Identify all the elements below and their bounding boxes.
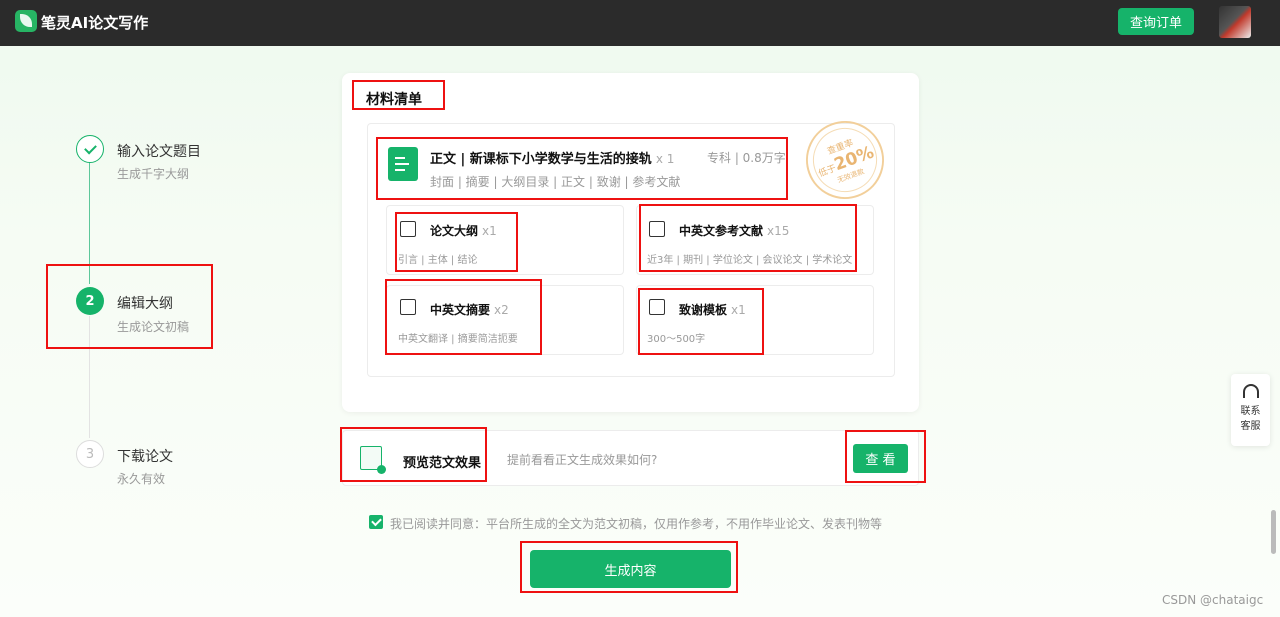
translate-icon xyxy=(400,299,416,315)
outline-sub: 引言 | 主体 | 结论 xyxy=(398,255,478,266)
customer-service-button[interactable]: 联系 客服 xyxy=(1231,374,1270,446)
preview-title: 预览范文效果 xyxy=(403,456,482,471)
query-order-button[interactable]: 查询订单 xyxy=(1118,8,1194,35)
preview-doc-icon xyxy=(360,446,386,474)
outline-title-text: 论文大纲 xyxy=(430,224,479,238)
step-3-number: 3 xyxy=(76,440,104,468)
outline-qty: x1 xyxy=(482,224,497,238)
abstract-title: 中英文摘要 x2 xyxy=(430,301,509,318)
step-2-title: 编辑大纲 xyxy=(117,296,173,312)
step-connector-pending xyxy=(89,316,90,438)
service-line1: 联系 xyxy=(1240,406,1261,417)
thanks-title-text: 致谢模板 xyxy=(679,303,728,317)
edit-doc-icon xyxy=(649,221,665,237)
preview-hint: 提前看看正文生成效果如何? xyxy=(507,453,658,467)
app-name: 笔灵AI论文写作 xyxy=(41,14,149,32)
logo-icon xyxy=(15,10,37,32)
references-qty: x15 xyxy=(767,224,790,238)
main-text-item: 正文 | 新课标下小学数学与生活的接轨 x 1 xyxy=(430,148,674,167)
main-text-meta: 专科 | 0.8万字 xyxy=(707,151,786,165)
references-title-text: 中英文参考文献 xyxy=(679,224,764,238)
book-icon xyxy=(400,221,416,237)
thanks-sub: 300～500字 xyxy=(647,334,706,345)
watermark: CSDN @chataigc xyxy=(1162,593,1264,607)
thanks-title: 致谢模板 x1 xyxy=(679,301,746,318)
stamp-line2-prefix: 低于 xyxy=(817,163,838,179)
avatar[interactable] xyxy=(1219,6,1251,38)
abstract-qty: x2 xyxy=(494,303,509,317)
scrollbar-thumb[interactable] xyxy=(1271,510,1276,554)
abstract-sub: 中英文翻译 | 摘要简洁扼要 xyxy=(398,334,518,345)
step-1-title: 输入论文题目 xyxy=(117,144,201,160)
materials-title: 材料清单 xyxy=(366,92,422,108)
generate-content-button[interactable]: 生成内容 xyxy=(530,550,731,588)
step-1-check-icon xyxy=(76,135,104,163)
step-2-sub: 生成论文初稿 xyxy=(117,320,190,334)
step-1-sub: 生成千字大纲 xyxy=(117,167,190,181)
abstract-title-text: 中英文摘要 xyxy=(430,303,491,317)
main-text-sub: 封面 | 摘要 | 大纲目录 | 正文 | 致谢 | 参考文献 xyxy=(430,175,681,189)
service-line2: 客服 xyxy=(1240,421,1261,432)
thanks-qty: x1 xyxy=(731,303,746,317)
step-2-number: 2 xyxy=(76,287,104,315)
main-text-qty: x 1 xyxy=(655,152,675,166)
top-bar: 笔灵AI论文写作 查询订单 xyxy=(0,0,1280,46)
outline-title: 论文大纲 x1 xyxy=(430,222,497,239)
headset-icon xyxy=(1242,384,1259,398)
stamp-value: 20% xyxy=(831,141,877,175)
heart-doc-icon xyxy=(649,299,665,315)
document-icon xyxy=(388,147,418,181)
agreement-text: 我已阅读并同意：平台所生成的全文为范文初稿，仅用作参考，不用作毕业论文、发表刊物… xyxy=(390,517,883,531)
step-connector-done xyxy=(89,162,90,284)
references-title: 中英文参考文献 x15 xyxy=(679,222,789,239)
stamp-line3: 无效退款 xyxy=(836,166,866,185)
view-button[interactable]: 查 看 xyxy=(853,444,908,473)
stamp-line1: 查重率 xyxy=(825,137,855,157)
step-3-sub: 永久有效 xyxy=(117,472,166,486)
step-3-title: 下载论文 xyxy=(117,449,173,465)
main-text-title: 正文 | 新课标下小学数学与生活的接轨 xyxy=(430,152,652,167)
references-sub: 近3年 | 期刊 | 学位论文 | 会议论文 | 学术论文 xyxy=(647,255,853,266)
agreement-checkbox[interactable] xyxy=(369,515,383,529)
stamp-line2: 低于20% xyxy=(815,141,877,181)
